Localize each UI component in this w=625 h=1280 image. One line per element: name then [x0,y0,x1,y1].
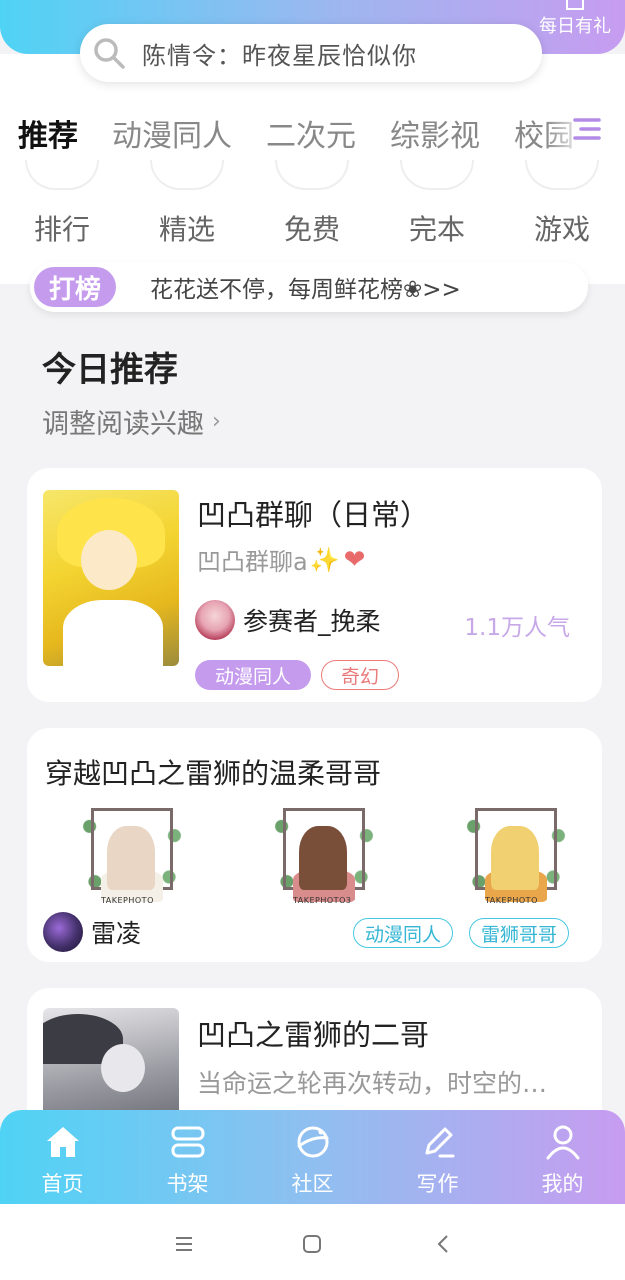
tag-fantasy[interactable]: 奇幻 [321,660,399,690]
home-button-icon[interactable] [300,1232,324,1256]
section-title: 今日推荐 [42,350,178,390]
category-menu-icon[interactable] [569,112,603,146]
book-title: 凹凸之雷狮的二哥 [197,1018,430,1052]
tab-acg[interactable]: 二次元 [266,111,356,155]
nav-label: 社区 [291,1172,334,1196]
daily-gift-button[interactable]: 每日有礼 [539,0,611,38]
book-image: TAKEPHOTO3 [265,808,383,916]
adjust-interest-link[interactable]: 调整阅读兴趣 › [42,402,221,441]
nav-label: 书架 [166,1172,209,1196]
category-tabs: 推荐 动漫同人 二次元 综影视 校园 [0,108,625,158]
sparkle-icon: ✨ [309,545,340,574]
book-image: TAKEPHOTO [73,808,191,916]
author[interactable]: 雷凌 [43,912,141,952]
nav-label: 首页 [41,1172,84,1196]
rank-icon [25,160,99,190]
user-icon [546,1125,579,1160]
book-title: 穿越凹凸之雷狮的温柔哥哥 [45,757,382,790]
search-bar[interactable]: 陈情令：昨夜星辰恰似你 [80,24,542,82]
nav-community[interactable]: 社区 [250,1110,375,1204]
quick-link-featured[interactable]: 精选 [137,160,237,248]
quick-link-game[interactable]: 游戏 [512,160,612,248]
rank-badge: 打榜 [34,267,116,307]
home-icon [46,1127,79,1157]
tag-leishi-brother[interactable]: 雷狮哥哥 [469,918,569,948]
tab-film-tv[interactable]: 综影视 [390,111,480,155]
tag-anime-fanfic[interactable]: 动漫同人 [195,660,311,690]
avatar [43,912,83,952]
game-icon [525,160,599,190]
bookshelf-icon [171,1126,204,1158]
book-image: TAKEPHOTO [457,808,575,916]
book-cover [43,490,179,666]
daily-gift-label: 每日有礼 [539,16,611,37]
bottom-nav: 首页 书架 社区 写作 我的 [0,1110,625,1204]
nav-home[interactable]: 首页 [0,1110,125,1204]
quick-link-label: 完本 [408,213,465,246]
rank-banner-text: 花花送不停，每周鲜花榜❀>> [150,277,461,303]
image-watermark: TAKEPHOTO [485,896,538,905]
author-name: 参赛者_挽柔 [243,607,381,636]
quick-link-label: 游戏 [533,213,590,246]
book-desc: 当命运之轮再次转动，时空的… [197,1069,548,1098]
gift-icon [566,0,584,10]
rank-banner[interactable]: 打榜 花花送不停，每周鲜花榜❀>> [30,262,588,312]
nav-me[interactable]: 我的 [500,1110,625,1204]
tab-anime-fanfic[interactable]: 动漫同人 [112,111,232,155]
menu-icon[interactable] [172,1232,196,1256]
pen-icon [425,1127,454,1158]
quick-link-label: 免费 [283,213,340,246]
heart-icon: ❤ [343,544,366,575]
quick-link-label: 排行 [33,213,90,246]
search-placeholder: 陈情令：昨夜星辰恰似你 [142,41,417,70]
chevron-right-icon: › [212,409,221,434]
system-nav-bar [0,1204,625,1280]
image-watermark: TAKEPHOTO3 [293,896,352,905]
search-icon [94,38,125,69]
quick-link-rank[interactable]: 排行 [12,160,112,248]
completed-icon [400,160,474,190]
planet-icon [297,1126,328,1158]
tag-anime-fanfic[interactable]: 动漫同人 [353,918,453,948]
book-card[interactable]: 穿越凹凸之雷狮的温柔哥哥 TAKEPHOTO TAKEPHOTO3 TAKEPH… [27,728,602,962]
nav-label: 写作 [416,1172,459,1196]
book-desc: 凹凸群聊a ✨ ❤ [197,542,365,577]
popularity-count: 1.1万人气 [464,615,570,641]
quick-link-label: 精选 [158,213,215,246]
avatar [195,600,235,640]
book-title: 凹凸群聊（日常） [197,498,430,532]
book-card[interactable]: 凹凸群聊（日常） 凹凸群聊a ✨ ❤ 参赛者_挽柔 1.1万人气 动漫同人 奇幻 [27,468,602,702]
author-name: 雷凌 [91,919,142,948]
quick-links: 排行 精选 免费 完本 游戏 [0,160,625,250]
tab-recommend[interactable]: 推荐 [18,111,78,155]
nav-label: 我的 [541,1172,584,1196]
image-watermark: TAKEPHOTO [101,896,154,905]
nav-bookshelf[interactable]: 书架 [125,1110,250,1204]
adjust-interest-label: 调整阅读兴趣 [42,409,204,440]
quick-link-completed[interactable]: 完本 [387,160,487,248]
author[interactable]: 参赛者_挽柔 [195,600,381,640]
free-icon [275,160,349,190]
book-desc-text: 凹凸群聊a [197,548,308,576]
quick-link-free[interactable]: 免费 [262,160,362,248]
back-icon[interactable] [432,1232,456,1256]
featured-icon [150,160,224,190]
nav-write[interactable]: 写作 [375,1110,500,1204]
